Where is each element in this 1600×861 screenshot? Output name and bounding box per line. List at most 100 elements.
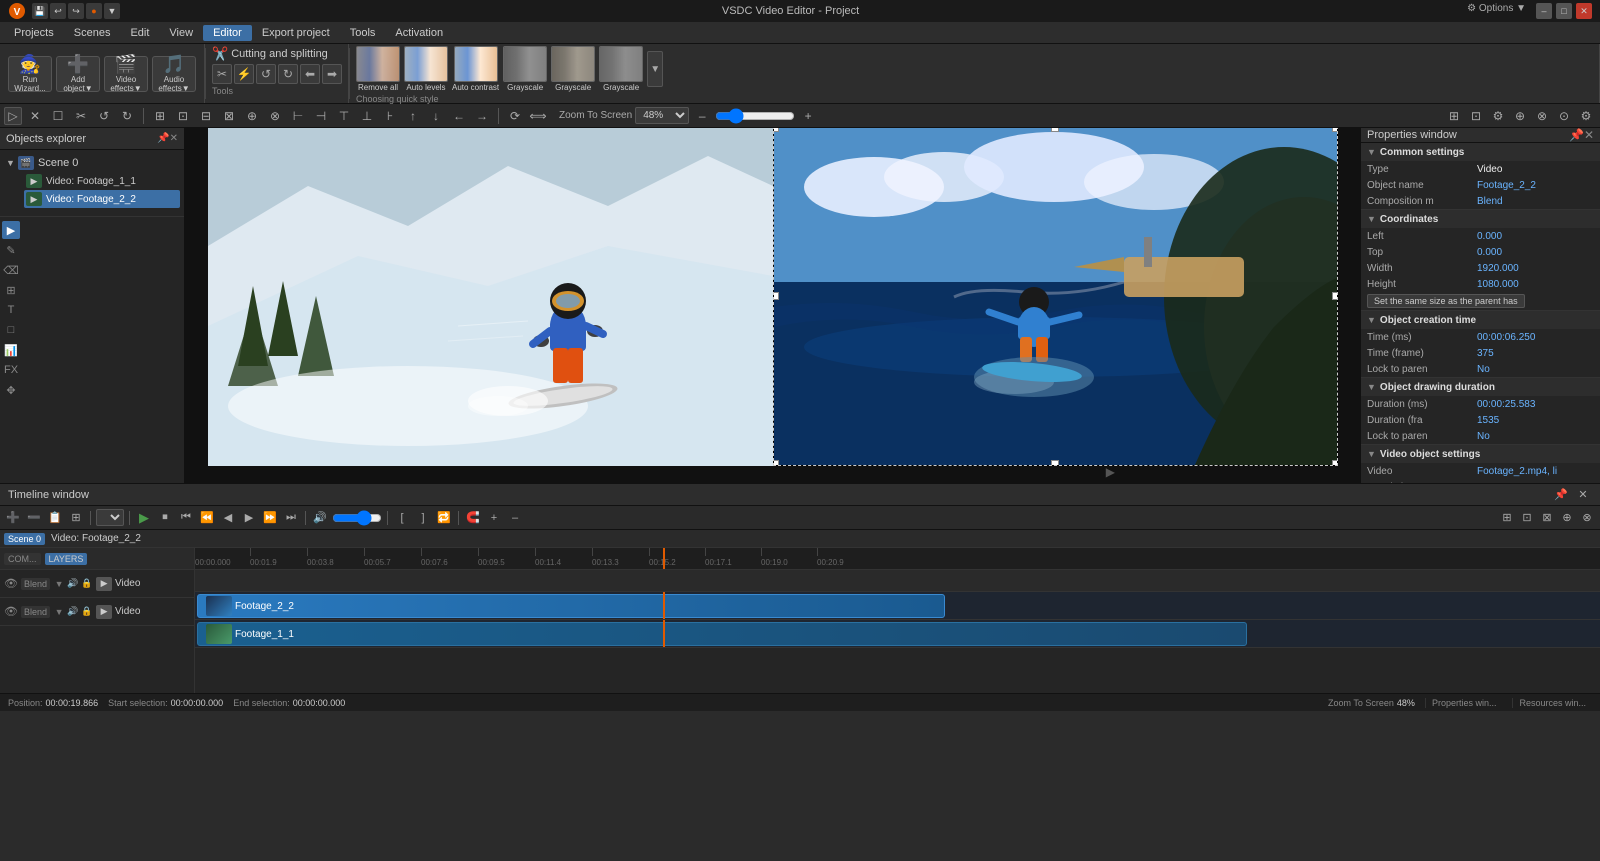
width-value[interactable]: 1920.000 xyxy=(1477,263,1594,274)
track1-ctrl1[interactable]: ▼ xyxy=(53,578,65,590)
tool-move[interactable]: ✥ xyxy=(2,381,20,399)
video-effects-btn[interactable]: 🎬 Videoeffects▼ xyxy=(104,56,148,92)
status-props-win[interactable]: Properties win... xyxy=(1425,698,1503,708)
layers-toggle[interactable]: LAYERS xyxy=(45,553,88,565)
tl-extra-3[interactable]: ⊠ xyxy=(1538,510,1556,526)
tl-extra-1[interactable]: ⊞ xyxy=(1498,510,1516,526)
view-btn-1[interactable]: ⊞ xyxy=(1444,107,1464,125)
track1-eye[interactable]: 👁 xyxy=(4,577,18,590)
track1-ctrl2[interactable]: 🔊 xyxy=(67,578,79,590)
align-btn-13[interactable]: ↓ xyxy=(426,107,446,125)
comp-toggle[interactable]: COM... xyxy=(4,553,41,565)
tool-shape[interactable]: □ xyxy=(2,321,20,339)
tool-fx[interactable]: FX xyxy=(2,361,20,379)
tl-zoom-in[interactable]: + xyxy=(485,510,503,526)
record-btn[interactable]: ● xyxy=(86,3,102,19)
video-value[interactable]: Footage_2.mp4, li xyxy=(1477,466,1594,477)
view-btn-4[interactable]: ⊕ xyxy=(1510,107,1530,125)
track2-ctrl2[interactable]: 🔊 xyxy=(67,606,79,618)
style-remove-all[interactable]: Remove all xyxy=(356,46,400,92)
tool-chart[interactable]: 📊 xyxy=(2,341,20,359)
align-btn-3[interactable]: ⊟ xyxy=(196,107,216,125)
tl-next-btn[interactable]: ⏭ xyxy=(282,510,300,526)
style-more-btn[interactable]: ▼ xyxy=(647,51,663,87)
zoom-slider[interactable] xyxy=(715,110,795,122)
align-btn-5[interactable]: ⊕ xyxy=(242,107,262,125)
objects-panel-close[interactable]: ✕ xyxy=(170,133,178,144)
align-btn-14[interactable]: ← xyxy=(449,107,469,125)
menu-item-export[interactable]: Export project xyxy=(252,25,340,41)
tl-rewind-btn[interactable]: ⏪ xyxy=(198,510,216,526)
sel-handle-tr[interactable] xyxy=(1332,128,1338,132)
props-section-common-header[interactable]: ▼ Common settings xyxy=(1361,143,1600,161)
minimize-btn[interactable]: – xyxy=(1536,3,1552,19)
tl-out-btn[interactable]: ] xyxy=(414,510,432,526)
menu-item-tools[interactable]: Tools xyxy=(340,25,386,41)
tl-ff-btn[interactable]: ⏩ xyxy=(261,510,279,526)
dur-ms-value[interactable]: 00:00:25.583 xyxy=(1477,399,1594,410)
view-btn-2[interactable]: ⊡ xyxy=(1466,107,1486,125)
tree-item-footage2[interactable]: ▶ Video: Footage_2_2 xyxy=(24,190,180,208)
tl-extra-5[interactable]: ⊗ xyxy=(1578,510,1596,526)
sel-handle-tm[interactable] xyxy=(1051,128,1059,132)
quick-access-btn[interactable]: 💾 xyxy=(32,3,48,19)
menu-item-activation[interactable]: Activation xyxy=(385,25,453,41)
tool-text[interactable]: T xyxy=(2,301,20,319)
align-btn-4[interactable]: ⊠ xyxy=(219,107,239,125)
dur-frame-value[interactable]: 1535 xyxy=(1477,415,1594,426)
tl-quality-select[interactable]: 720p xyxy=(96,509,124,526)
sel-handle-ml[interactable] xyxy=(773,292,779,300)
menu-item-view[interactable]: View xyxy=(159,25,203,41)
tl-del-btn[interactable]: ➖ xyxy=(25,510,43,526)
tree-item-footage1[interactable]: ▶ Video: Footage_1_1 xyxy=(24,172,180,190)
close-btn[interactable]: ✕ xyxy=(1576,3,1592,19)
tl-copy-btn[interactable]: 📋 xyxy=(46,510,64,526)
sel-handle-bl[interactable] xyxy=(773,460,779,466)
cut-btn-4[interactable]: ↻ xyxy=(278,64,298,84)
align-btn-8[interactable]: ⊣ xyxy=(311,107,331,125)
align-btn-2[interactable]: ⊡ xyxy=(173,107,193,125)
props-section-video-header[interactable]: ▼ Video object settings xyxy=(1361,445,1600,463)
menu-item-scenes[interactable]: Scenes xyxy=(64,25,121,41)
lock-dur-value[interactable]: No xyxy=(1477,431,1594,442)
tl-zoom-out[interactable]: – xyxy=(506,510,524,526)
dropdown-btn[interactable]: ▼ xyxy=(104,3,120,19)
tl-extra-2[interactable]: ⊡ xyxy=(1518,510,1536,526)
objects-panel-pin[interactable]: 📌 xyxy=(157,133,169,144)
view-btn-7[interactable]: ⚙ xyxy=(1576,107,1596,125)
zoom-plus[interactable]: + xyxy=(798,107,818,125)
track-clip-1[interactable]: Footage_2_2 xyxy=(197,594,945,618)
track-clip-2[interactable]: Footage_1_1 xyxy=(197,622,1247,646)
redo-btn[interactable]: ↻ xyxy=(117,107,137,125)
view-btn-6[interactable]: ⊙ xyxy=(1554,107,1574,125)
tool-crop[interactable]: ⊞ xyxy=(2,281,20,299)
time-ms-value[interactable]: 00:00:06.250 xyxy=(1477,332,1594,343)
tl-fwd-frame[interactable]: ▶ xyxy=(240,510,258,526)
height-value[interactable]: 1080.000 xyxy=(1477,279,1594,290)
menu-item-projects[interactable]: Projects xyxy=(4,25,64,41)
timeline-close[interactable]: ✕ xyxy=(1574,487,1592,503)
tool-eraser[interactable]: ⌫ xyxy=(2,261,20,279)
track1-ctrl3[interactable]: 🔒 xyxy=(81,578,93,590)
align-btn-12[interactable]: ↑ xyxy=(403,107,423,125)
lock-creation-value[interactable]: No xyxy=(1477,364,1594,375)
props-section-coords-header[interactable]: ▼ Coordinates xyxy=(1361,210,1600,228)
objname-value[interactable]: Footage_2_2 xyxy=(1477,180,1594,191)
style-grayscale-1[interactable]: Grayscale xyxy=(503,46,547,92)
style-grayscale-3[interactable]: Grayscale xyxy=(599,46,643,92)
rotate-btn[interactable]: ⟳ xyxy=(505,107,525,125)
track1-blend[interactable]: Blend xyxy=(21,578,50,590)
track2-blend[interactable]: Blend xyxy=(21,606,50,618)
cut-btn-2[interactable]: ⚡ xyxy=(234,64,254,84)
canvas-scroll-right[interactable]: ▶ xyxy=(1106,465,1115,479)
status-resources[interactable]: Resources win... xyxy=(1512,698,1592,708)
quick-access-btn3[interactable]: ↪ xyxy=(68,3,84,19)
video-right[interactable] xyxy=(773,128,1338,466)
tl-in-btn[interactable]: [ xyxy=(393,510,411,526)
props-panel-pin[interactable]: 📌 xyxy=(1569,128,1584,142)
sel-handle-br[interactable] xyxy=(1332,460,1338,466)
tl-loop-btn[interactable]: 🔁 xyxy=(435,510,453,526)
tree-item-scene[interactable]: ▼ 🎬 Scene 0 xyxy=(4,154,180,172)
props-panel-close[interactable]: ✕ xyxy=(1584,128,1594,142)
maximize-btn[interactable]: □ xyxy=(1556,3,1572,19)
